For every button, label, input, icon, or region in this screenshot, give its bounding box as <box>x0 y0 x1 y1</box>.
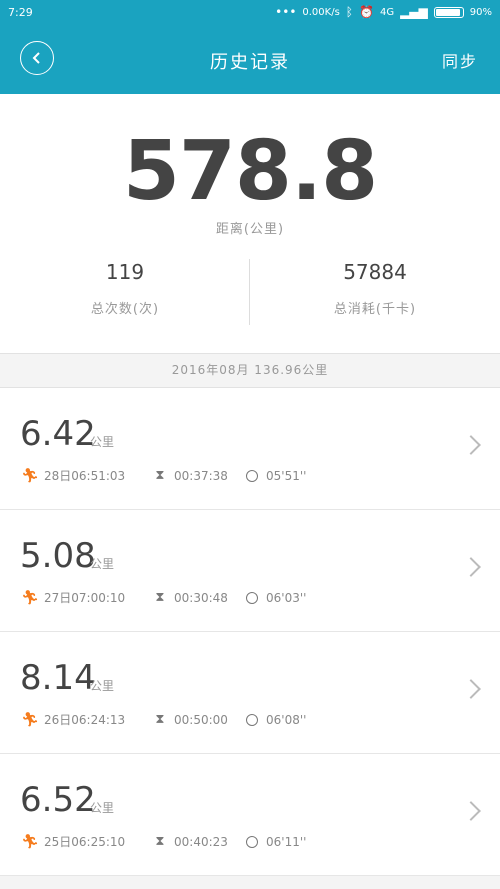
stopwatch-icon <box>246 591 258 604</box>
record-distance: 5.08 <box>20 536 96 576</box>
hourglass-icon: ⧗ <box>155 712 165 727</box>
runner-icon: 🏃︎ <box>21 589 39 606</box>
hourglass-icon: ⧗ <box>155 590 165 605</box>
summary-panel: 578.8 距离(公里) 119 总次数(次) 57884 总消耗(千卡) <box>0 94 500 353</box>
record-row[interactable]: 8.14 公里 🏃︎ 26日06:24:13 ⧗ 00:50:00 06'08'' <box>0 632 500 754</box>
record-pace: 06'11'' <box>266 834 307 849</box>
chevron-right-icon <box>461 679 481 699</box>
total-calories-stat: 57884 总消耗(千卡) <box>250 260 500 317</box>
record-list: 6.42 公里 🏃︎ 28日06:51:03 ⧗ 00:37:38 05'51'' … <box>0 388 500 876</box>
runner-icon: 🏃︎ <box>21 711 39 728</box>
runner-icon: 🏃︎ <box>21 467 39 484</box>
record-pace: 06'08'' <box>266 712 307 727</box>
record-start: 28日06:51:03 <box>44 469 126 483</box>
signal-icon: ▂▄▆ <box>400 5 428 19</box>
record-distance: 8.14 <box>20 658 96 698</box>
total-count-label: 总次数(次) <box>90 302 160 317</box>
record-unit: 公里 <box>90 557 115 571</box>
record-duration: 00:40:23 <box>174 834 228 849</box>
bluetooth-icon: ᛒ <box>345 5 353 19</box>
month-header: 2016年08月 136.96公里 <box>0 353 500 388</box>
app-header: 历史记录 同步 <box>0 26 500 94</box>
record-meta: 🏃︎ 26日06:24:13 ⧗ 00:50:00 06'08'' <box>21 711 307 728</box>
record-duration: 00:30:48 <box>174 590 228 605</box>
record-start: 26日06:24:13 <box>44 713 126 727</box>
total-count-value: 119 <box>105 260 145 284</box>
record-unit: 公里 <box>90 679 115 693</box>
record-meta: 🏃︎ 27日07:00:10 ⧗ 00:30:48 06'03'' <box>21 589 307 606</box>
more-dots-icon: ••• <box>275 5 297 19</box>
record-row[interactable]: 6.52 公里 🏃︎ 25日06:25:10 ⧗ 00:40:23 06'11'' <box>0 754 500 876</box>
record-distance: 6.52 <box>20 780 96 820</box>
total-count-stat: 119 总次数(次) <box>0 260 250 317</box>
record-meta: 🏃︎ 28日06:51:03 ⧗ 00:37:38 05'51'' <box>21 467 307 484</box>
stopwatch-icon <box>246 713 258 726</box>
status-bar: 7:29 ••• 0.00K/s ᛒ ⏰ 4G ▂▄▆ 90% <box>0 0 500 26</box>
network-type: 4G <box>379 6 395 18</box>
total-distance-label: 距离(公里) <box>215 222 285 237</box>
chevron-right-icon <box>461 557 481 577</box>
hourglass-icon: ⧗ <box>155 468 165 483</box>
record-start: 27日07:00:10 <box>44 591 126 605</box>
chevron-right-icon <box>461 435 481 455</box>
total-calories-value: 57884 <box>343 260 407 284</box>
battery-percent: 90% <box>469 6 492 18</box>
record-row[interactable]: 5.08 公里 🏃︎ 27日07:00:10 ⧗ 00:30:48 06'03'' <box>0 510 500 632</box>
total-distance: 578.8 <box>122 124 378 219</box>
record-unit: 公里 <box>90 801 115 815</box>
record-pace: 06'03'' <box>266 590 307 605</box>
runner-icon: 🏃︎ <box>21 833 39 850</box>
sync-button[interactable]: 同步 <box>442 48 478 72</box>
hourglass-icon: ⧗ <box>155 834 165 849</box>
status-icons: ••• 0.00K/s ᛒ ⏰ 4G ▂▄▆ 90% <box>275 5 492 19</box>
page-title: 历史记录 <box>210 52 290 73</box>
record-distance: 6.42 <box>20 414 96 454</box>
status-time: 7:29 <box>8 6 33 19</box>
record-meta: 🏃︎ 25日06:25:10 ⧗ 00:40:23 06'11'' <box>21 833 307 850</box>
record-start: 25日06:25:10 <box>44 835 126 849</box>
stopwatch-icon <box>246 469 258 482</box>
top-bar: 7:29 ••• 0.00K/s ᛒ ⏰ 4G ▂▄▆ 90% 历史记录 同步 <box>0 0 500 94</box>
total-calories-label: 总消耗(千卡) <box>333 302 417 317</box>
alarm-icon: ⏰ <box>359 5 374 19</box>
battery-icon <box>433 6 464 18</box>
record-duration: 00:37:38 <box>174 468 228 483</box>
record-duration: 00:50:00 <box>174 712 228 727</box>
chevron-right-icon <box>461 801 481 821</box>
record-unit: 公里 <box>90 435 115 449</box>
stopwatch-icon <box>246 835 258 848</box>
record-row[interactable]: 6.42 公里 🏃︎ 28日06:51:03 ⧗ 00:37:38 05'51'' <box>0 388 500 510</box>
record-pace: 05'51'' <box>266 468 307 483</box>
network-speed: 0.00K/s <box>302 6 340 18</box>
